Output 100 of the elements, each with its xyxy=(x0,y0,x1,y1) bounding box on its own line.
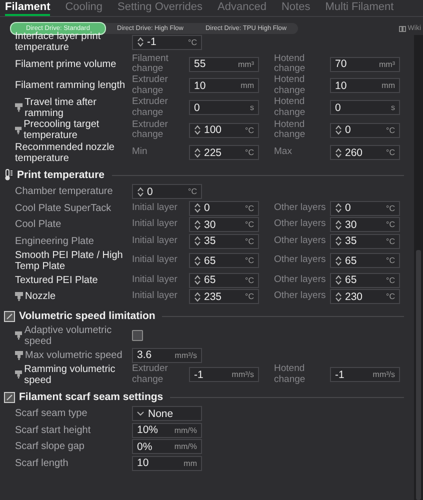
setting-label: Filament prime volume xyxy=(15,58,116,70)
number-field[interactable]: 55 mm³ xyxy=(189,56,259,72)
number-field[interactable]: 0 °C xyxy=(330,122,400,138)
nozzle-icon xyxy=(15,370,22,379)
number-field[interactable]: 0 °C xyxy=(189,200,259,216)
nozzle-icon xyxy=(15,103,23,112)
setting-label: Textured PEI Plate xyxy=(15,274,98,286)
field-caption: Filament change xyxy=(132,54,170,74)
number-field[interactable]: 70 mm³ xyxy=(330,56,400,72)
thermometer-icon xyxy=(4,169,13,181)
setting-label: Recommended nozzle temperature xyxy=(15,142,116,164)
tab[interactable]: Filament xyxy=(5,1,50,16)
number-field[interactable]: 230 °C xyxy=(330,289,400,304)
setting-label: Scarf length xyxy=(15,458,68,468)
field-caption: Hotend change xyxy=(274,75,306,96)
setting-label: Ramming volumetric speed xyxy=(24,364,116,386)
nozzle-icon xyxy=(15,292,23,301)
spinner-icon[interactable] xyxy=(194,124,201,136)
field-caption: Extruder change xyxy=(132,97,169,118)
setting-label: Max volumetric speed xyxy=(25,350,122,360)
spinner-icon[interactable] xyxy=(194,146,201,158)
scrollbar[interactable] xyxy=(414,35,423,500)
field-caption: Other layers xyxy=(274,291,327,302)
spinner-icon[interactable] xyxy=(137,36,144,48)
nozzle-icon xyxy=(15,126,22,134)
spinner-icon[interactable] xyxy=(335,274,342,286)
spinner-icon[interactable] xyxy=(335,202,342,214)
spinner-icon[interactable] xyxy=(194,274,201,286)
field-caption: Hotend change xyxy=(274,120,306,140)
number-field[interactable]: 0 °C xyxy=(330,200,400,216)
nozzle-icon xyxy=(15,331,22,340)
number-field[interactable]: 35 °C xyxy=(330,234,400,248)
spinner-icon[interactable] xyxy=(335,290,342,302)
field-caption: Extruder change xyxy=(132,75,169,96)
number-field[interactable]: 10% mm/% xyxy=(132,422,202,438)
field-caption: Hotend change xyxy=(274,364,306,385)
field-caption: Initial layer xyxy=(132,291,178,302)
number-field[interactable]: 100 °C xyxy=(189,122,259,138)
dropdown[interactable]: None xyxy=(132,406,202,421)
number-field[interactable]: 10 mm xyxy=(189,78,259,93)
nozzle-icon xyxy=(15,350,23,360)
field-caption: Max xyxy=(274,147,293,158)
number-field[interactable]: 65 °C xyxy=(189,272,259,288)
spinner-icon[interactable] xyxy=(335,254,342,266)
section-icon xyxy=(4,392,15,402)
number-field[interactable]: 0% mm/% xyxy=(132,439,202,454)
field-caption: Initial layer xyxy=(132,255,178,266)
field-caption: Other layers xyxy=(274,274,327,286)
number-field[interactable]: 65 °C xyxy=(189,253,259,268)
number-field[interactable]: 65 °C xyxy=(330,272,400,288)
spinner-icon[interactable] xyxy=(194,202,201,214)
spinner-icon[interactable] xyxy=(335,146,342,158)
field-caption: Initial layer xyxy=(132,202,178,214)
spinner-icon[interactable] xyxy=(335,235,342,247)
number-field[interactable]: 0 s xyxy=(330,100,400,115)
section-icon xyxy=(4,310,15,322)
number-field[interactable]: 30 °C xyxy=(330,217,400,232)
number-field[interactable]: 235 °C xyxy=(189,289,259,304)
setting-label: Cool Plate SuperTack xyxy=(15,202,112,214)
field-caption: Hotend change xyxy=(274,54,306,74)
number-field[interactable]: 10 mm xyxy=(330,78,400,93)
section-title: Volumetric speed limitation xyxy=(19,310,156,322)
number-field[interactable]: 65 °C xyxy=(330,253,400,268)
field-caption: Other layers xyxy=(274,255,327,266)
setting-label: Scarf slope gap xyxy=(15,441,84,452)
number-field[interactable]: 35 °C xyxy=(189,234,259,248)
number-field[interactable]: 10 mm xyxy=(132,456,202,470)
number-field[interactable]: 225 °C xyxy=(189,145,259,160)
spinner-icon[interactable] xyxy=(335,124,342,136)
setting-label: Engineering Plate xyxy=(15,236,94,246)
setting-label: Nozzle xyxy=(25,291,56,302)
checkbox[interactable] xyxy=(132,330,143,341)
number-field[interactable]: 260 °C xyxy=(330,145,400,160)
setting-label: Scarf seam type xyxy=(15,408,88,419)
setting-label: Chamber temperature xyxy=(15,186,113,197)
section-title: Print temperature xyxy=(17,169,105,181)
spinner-icon[interactable] xyxy=(137,186,144,198)
spinner-icon[interactable] xyxy=(194,235,201,247)
number-field[interactable]: -1 °C xyxy=(132,34,202,50)
number-field[interactable]: -1 mm³/s xyxy=(189,367,259,382)
number-field[interactable]: 0 °C xyxy=(132,184,202,199)
number-field[interactable]: -1 mm³/s xyxy=(330,367,400,382)
spinner-icon[interactable] xyxy=(194,290,201,302)
setting-label: Smooth PEI Plate / High Temp Plate xyxy=(15,250,124,272)
book-icon xyxy=(398,26,406,32)
field-caption: Initial layer xyxy=(132,274,178,286)
spinner-icon[interactable] xyxy=(194,254,201,266)
setting-label: Cool Plate xyxy=(15,219,62,230)
setting-label: Scarf start height xyxy=(15,424,91,436)
number-field[interactable]: 30 °C xyxy=(189,217,259,232)
field-caption: Min xyxy=(132,147,148,158)
field-caption: Initial layer xyxy=(132,236,178,246)
field-caption: Other layers xyxy=(274,219,327,230)
spinner-icon[interactable] xyxy=(194,218,201,230)
field-caption: Hotend change xyxy=(274,97,306,118)
spinner-icon[interactable] xyxy=(335,218,342,230)
number-field[interactable]: 3.6 mm³/s xyxy=(132,348,202,362)
field-caption: Extruder change xyxy=(132,364,169,385)
number-field[interactable]: 0 s xyxy=(189,100,259,115)
setting-label: Adaptive volumetric speed xyxy=(24,324,113,346)
